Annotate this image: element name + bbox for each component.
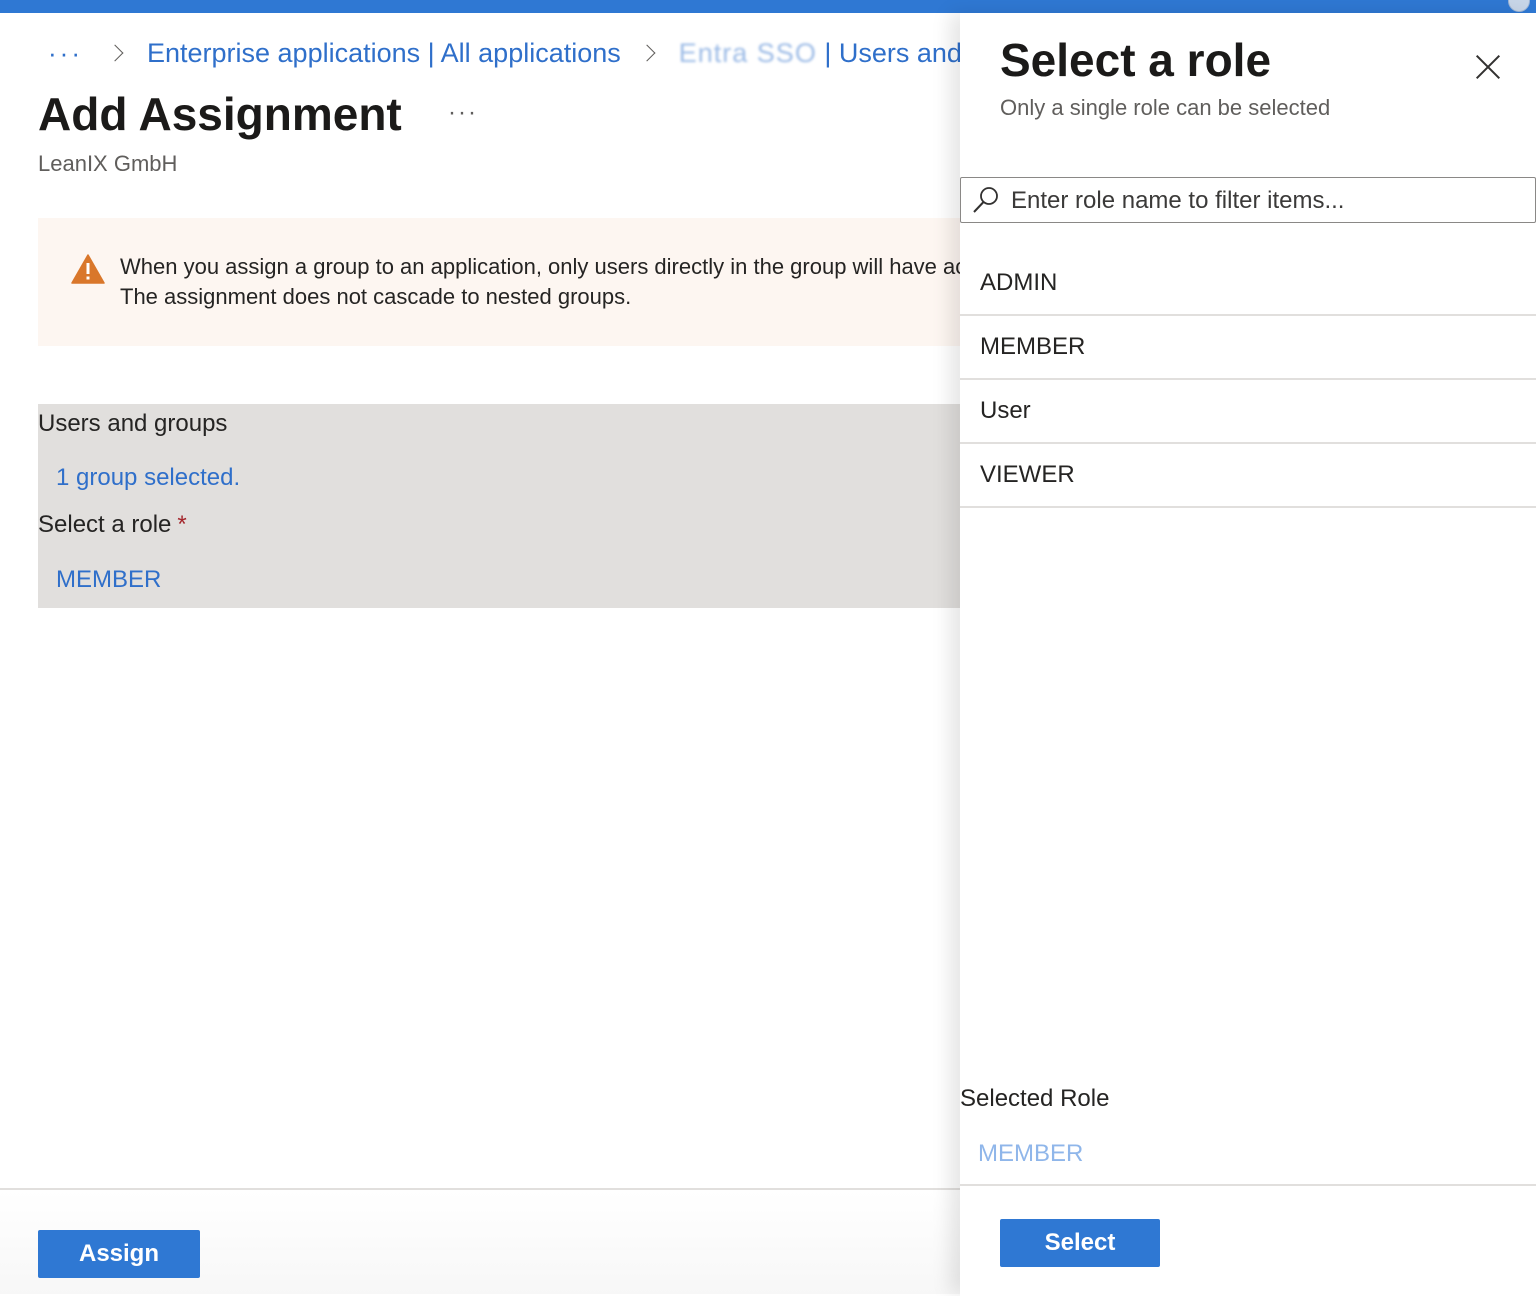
select-role-label-text: Select a role [38, 511, 172, 538]
warning-banner: When you assign a group to an applicatio… [38, 218, 960, 346]
role-option-user[interactable]: User [960, 380, 1536, 444]
avatar[interactable] [1508, 0, 1530, 12]
users-and-groups-label: Users and groups [38, 410, 228, 437]
role-filter-input[interactable] [1009, 178, 1533, 224]
warning-text: When you assign a group to an applicatio… [120, 254, 960, 309]
blade-footer: Assign [0, 1188, 960, 1294]
role-option-admin[interactable]: ADMIN [960, 252, 1536, 316]
chevron-right-icon [106, 44, 124, 62]
breadcrumb-enterprise-applications[interactable]: Enterprise applications | All applicatio… [147, 38, 621, 69]
close-icon[interactable] [1466, 45, 1510, 89]
role-option-member[interactable]: MEMBER [960, 316, 1536, 380]
role-filter-box [960, 177, 1536, 224]
page-subtitle: LeanIX GmbH [38, 151, 178, 176]
panel-title: Select a role [1000, 34, 1272, 86]
assign-button[interactable]: Assign [38, 1230, 200, 1278]
select-role-label: Select a role * [38, 511, 187, 539]
breadcrumb-users-and-groups-label: | Users and g [824, 37, 960, 68]
breadcrumb-users-and-groups[interactable]: Entra SSO | Users and g [679, 38, 960, 69]
selected-role-label: Selected Role [960, 1085, 1110, 1112]
search-icon [973, 187, 998, 213]
selected-role-link[interactable]: MEMBER [56, 566, 161, 594]
role-option-viewer[interactable]: VIEWER [960, 444, 1536, 508]
page-title: Add Assignment [38, 88, 402, 140]
more-options-icon[interactable]: ··· [448, 99, 478, 127]
breadcrumb-more-icon[interactable]: ··· [48, 38, 83, 69]
assignment-summary: Users and groups 1 group selected. Selec… [38, 404, 960, 608]
panel-subtitle: Only a single role can be selected [1000, 95, 1331, 120]
add-assignment-blade: ··· Enterprise applications | All applic… [0, 13, 960, 1294]
select-role-panel: Select a role Only a single role can be … [960, 13, 1536, 1296]
select-button[interactable]: Select [1000, 1219, 1160, 1267]
warning-icon [71, 254, 105, 284]
breadcrumb: ··· Enterprise applications | All applic… [48, 35, 960, 71]
chevron-right-icon [638, 44, 656, 62]
top-bar [0, 0, 1536, 13]
role-list: ADMIN MEMBER User VIEWER [960, 252, 1536, 508]
selected-role-value: MEMBER [978, 1140, 1084, 1167]
panel-footer: Select [960, 1184, 1536, 1296]
users-and-groups-link[interactable]: 1 group selected. [56, 464, 240, 492]
required-indicator: * [177, 511, 187, 538]
obscured-app-name: Entra SSO [678, 37, 817, 68]
